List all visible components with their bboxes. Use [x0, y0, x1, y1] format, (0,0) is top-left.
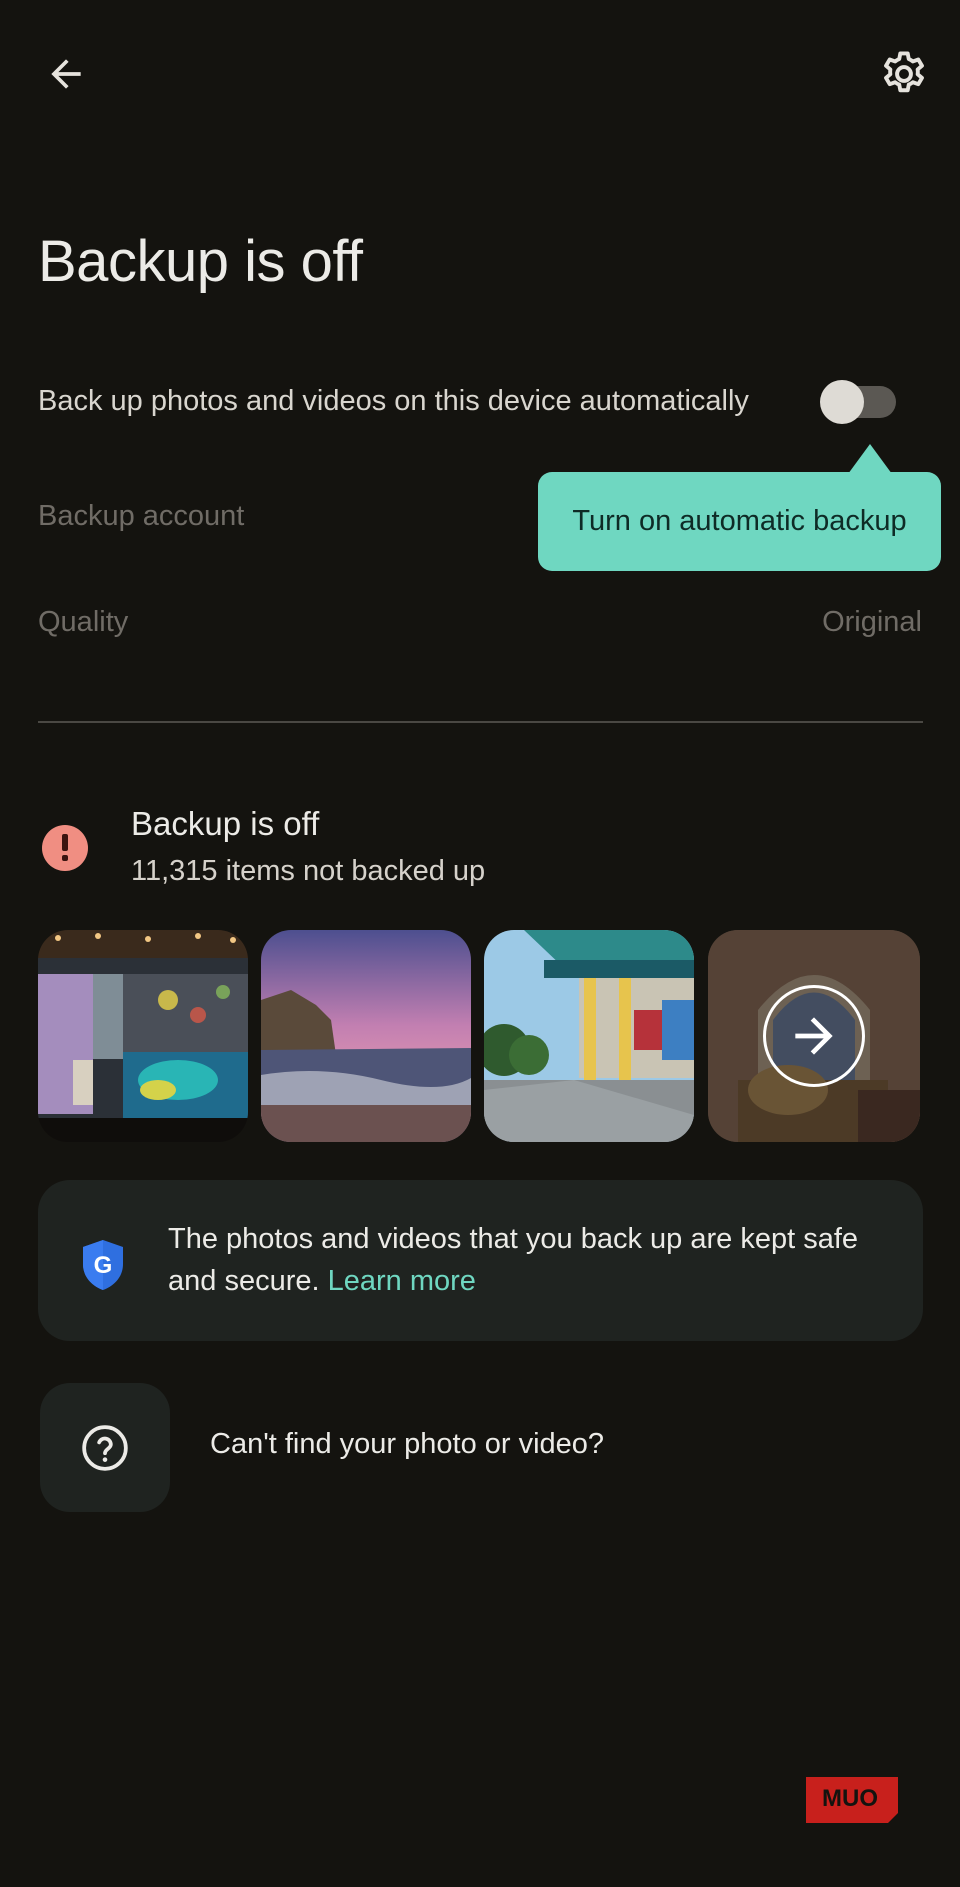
back-button[interactable] [30, 38, 102, 110]
security-info-text: The photos and videos that you back up a… [168, 1218, 868, 1302]
help-button[interactable] [40, 1383, 170, 1512]
quality-row[interactable]: Quality [38, 606, 128, 639]
tooltip-text: Turn on automatic backup [572, 505, 907, 537]
muo-logo: MUO [806, 1777, 898, 1823]
more-photos-button[interactable] [763, 985, 865, 1087]
gear-icon [884, 51, 924, 93]
arrow-right-icon [795, 1017, 833, 1055]
google-shield-icon: G [83, 1240, 123, 1290]
toggle-thumb [820, 380, 864, 424]
settings-button[interactable] [868, 38, 940, 110]
photo-temple-pillars[interactable] [484, 930, 694, 1142]
help-label[interactable]: Can't find your photo or video? [210, 1428, 604, 1461]
security-info-card: G The photos and videos that you back up… [38, 1180, 923, 1341]
tooltip-arrow [848, 444, 892, 474]
backup-account-row[interactable]: Backup account [38, 500, 244, 533]
page-title: Backup is off [38, 229, 363, 294]
svg-text:MUO: MUO [822, 1785, 878, 1812]
auto-backup-toggle[interactable] [820, 380, 896, 424]
status-title: Backup is off [131, 805, 320, 842]
help-circle-icon [82, 1424, 128, 1471]
learn-more-link[interactable]: Learn more [328, 1265, 476, 1297]
divider [38, 721, 923, 723]
svg-text:G: G [94, 1252, 113, 1279]
more-photos-overlay [708, 930, 920, 1142]
photo-ornate-gate[interactable] [708, 930, 920, 1142]
alert-icon [42, 825, 88, 871]
photo-sunset-coast[interactable] [261, 930, 471, 1142]
arrow-left-icon [51, 59, 81, 89]
quality-value: Original [822, 606, 922, 638]
security-info-body: The photos and videos that you back up a… [168, 1223, 859, 1297]
auto-backup-label: Back up photos and videos on this device… [38, 385, 749, 417]
photo-monitor-maps[interactable] [38, 930, 248, 1142]
status-subtitle: 11,315 items not backed up [131, 855, 486, 887]
auto-backup-tooltip[interactable]: Turn on automatic backup [538, 472, 941, 571]
